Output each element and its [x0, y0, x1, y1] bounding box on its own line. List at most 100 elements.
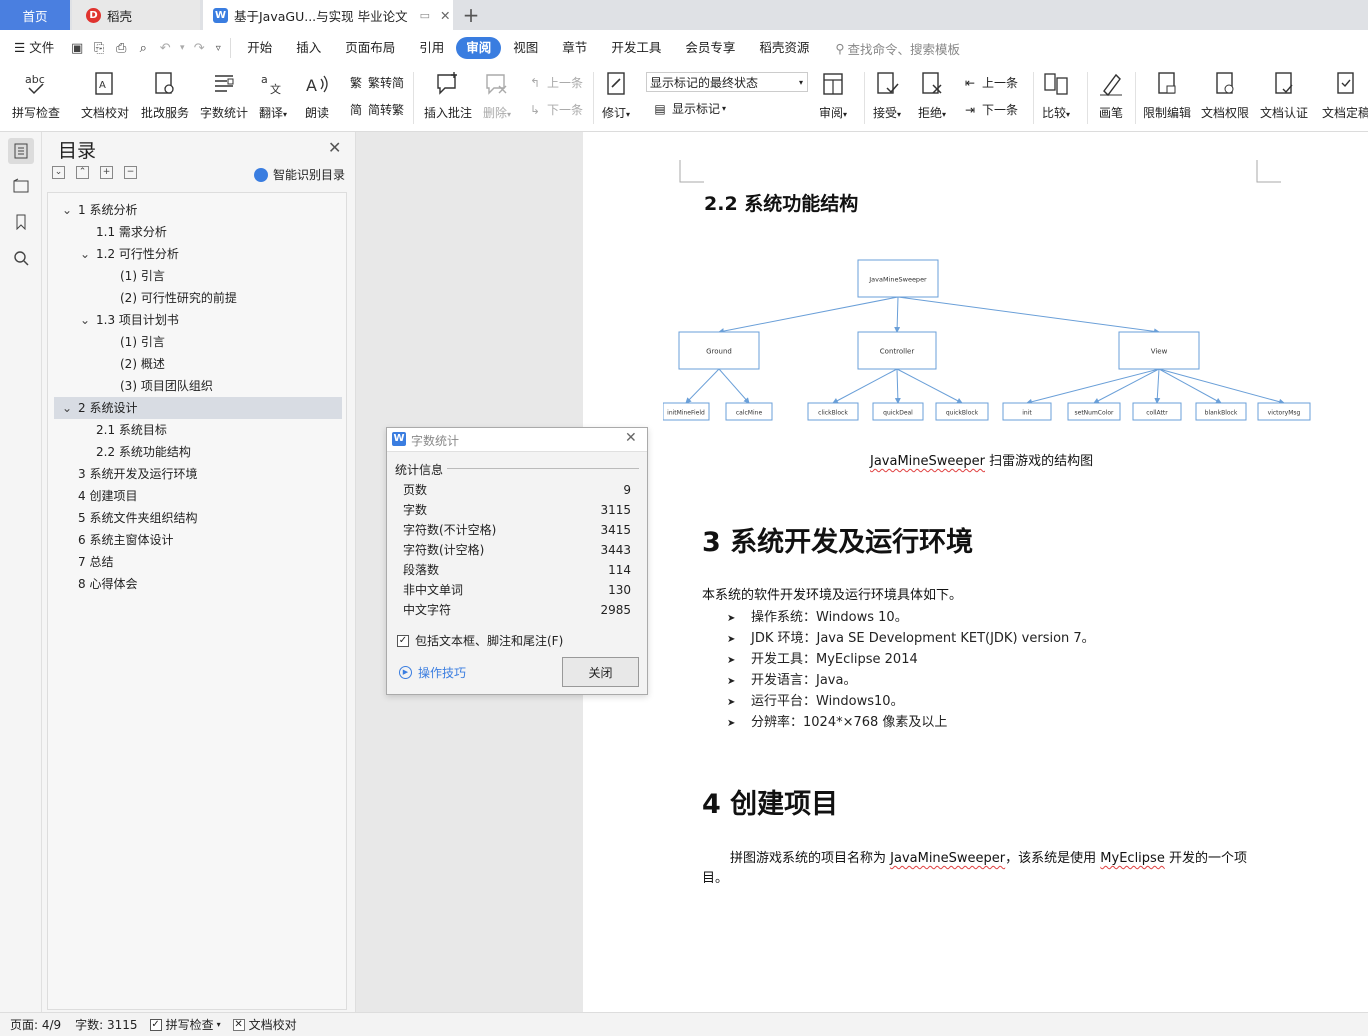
toc-item[interactable]: (2) 可行性研究的前提	[54, 287, 342, 309]
document-page[interactable]: 2.2 系统功能结构 JavaMineSweeper Ground Controll…	[583, 132, 1368, 1012]
ribbon-tab[interactable]: 插入	[284, 37, 333, 59]
ribbon-tab[interactable]: 审阅	[456, 37, 502, 59]
status-proofread[interactable]: ✕ 文档校对	[227, 1016, 303, 1033]
expand-up-icon[interactable]: ⌃	[76, 166, 89, 179]
review-pane-button[interactable]: 审阅▾	[819, 70, 847, 121]
doc-finalize-button[interactable]: 文档定稿	[1322, 70, 1368, 121]
include-textbox-checkbox[interactable]: ✓ 包括文本框、脚注和尾注(F)	[397, 632, 563, 649]
print-preview-icon[interactable]: ⌕	[132, 41, 154, 56]
doc-certify-button[interactable]: 文档认证	[1260, 70, 1308, 121]
toc-item[interactable]: 7 总结	[54, 551, 342, 573]
word-count-indicator[interactable]: 字数: 3115	[67, 1016, 143, 1033]
redo-icon[interactable]: ↷	[188, 41, 210, 56]
bookmark-button[interactable]	[8, 209, 34, 235]
toc-item[interactable]: (1) 引言	[54, 331, 342, 353]
collapse-all-icon[interactable]: ⌄	[52, 166, 65, 179]
read-aloud-button[interactable]: A 朗读	[304, 70, 330, 121]
chevron-down-icon[interactable]: ⌄	[80, 309, 90, 331]
pen-button[interactable]: 画笔	[1098, 70, 1124, 121]
ribbon-tab[interactable]: 页面布局	[333, 37, 407, 59]
save-icon[interactable]: ▣	[66, 41, 88, 56]
ribbon-tab[interactable]: 引用	[407, 37, 456, 59]
chevron-down-icon[interactable]: ⌄	[80, 243, 90, 265]
toc-item[interactable]: 6 系统主窗体设计	[54, 529, 342, 551]
tab-close-icon[interactable]: ✕	[440, 8, 450, 23]
toc-view-button[interactable]	[8, 138, 34, 164]
smart-toc-button[interactable]: 智能识别目录	[254, 166, 345, 183]
customize-toolbar-icon[interactable]: ▿	[210, 43, 226, 54]
revise-service-button[interactable]: 批改服务	[141, 70, 189, 121]
toc-item[interactable]: ⌄ 1.3 项目计划书	[54, 309, 342, 331]
ribbon-tab[interactable]: 稻壳资源	[747, 37, 821, 59]
ribbon-divider	[413, 72, 414, 124]
toc-item[interactable]: ⌄ 2 系统设计	[54, 397, 342, 419]
print-icon[interactable]: ⎙	[110, 41, 132, 56]
toc-item[interactable]: 3 系统开发及运行环境	[54, 463, 342, 485]
chevron-down-icon[interactable]: ⌄	[62, 199, 72, 221]
ribbon-tab[interactable]: 会员专享	[673, 37, 747, 59]
prev-change-button[interactable]: ⇤ 上一条	[962, 74, 1018, 91]
track-changes-button[interactable]: 修订▾	[602, 70, 630, 121]
close-icon[interactable]: ✕	[625, 430, 637, 446]
restrict-editing-button[interactable]: 限制编辑	[1143, 70, 1191, 121]
word-count-button[interactable]: 字数统计	[200, 70, 248, 121]
ribbon-tab[interactable]: 开始	[235, 37, 284, 59]
toc-item[interactable]: (1) 引言	[54, 265, 342, 287]
simp-to-trad-button[interactable]: 简简转繁	[348, 101, 404, 118]
accept-button[interactable]: 接受▾	[873, 70, 901, 121]
ribbon-tab[interactable]: 视图	[501, 37, 550, 59]
chevron-down-icon[interactable]: ⌄	[62, 397, 72, 419]
ribbon-tab[interactable]: 开发工具	[599, 37, 673, 59]
toc-item[interactable]: 2.2 系统功能结构	[54, 441, 342, 463]
prev-comment-button[interactable]: ↰ 上一条	[527, 74, 583, 91]
checkbox-checked-icon: ✓	[149, 1018, 162, 1031]
toc-item[interactable]: 2.1 系统目标	[54, 419, 342, 441]
show-markup-button[interactable]: ▤ 显示标记 ▾	[652, 100, 726, 117]
tab-home[interactable]: 首页	[0, 0, 70, 30]
add-heading-icon[interactable]: +	[100, 166, 113, 179]
export-icon[interactable]: ⎘	[88, 41, 110, 56]
stat-row: 中文字符 2985	[403, 600, 631, 620]
compare-button[interactable]: 比较▾	[1042, 70, 1070, 121]
window-toggle-icon[interactable]: ▭	[420, 9, 430, 22]
translate-button[interactable]: a文 翻译▾	[259, 70, 287, 121]
markup-state-select[interactable]: 显示标记的最终状态 ▾	[646, 72, 808, 92]
toc-item[interactable]: ⌄ 1 系统分析	[54, 199, 342, 221]
next-change-button[interactable]: ⇥ 下一条	[962, 101, 1018, 118]
command-search[interactable]: ⚲ 查找命令、搜索模板	[835, 39, 960, 58]
new-tab-button[interactable]: +	[458, 0, 484, 30]
close-button[interactable]: 关闭	[562, 657, 639, 687]
insert-comment-button[interactable]: 插入批注	[424, 70, 472, 121]
doc-permission-button[interactable]: 文档权限	[1201, 70, 1249, 121]
status-spellcheck[interactable]: ✓ 拼写检查 ▾	[144, 1016, 227, 1033]
tips-link[interactable]: ▶ 操作技巧	[399, 664, 466, 681]
page-indicator[interactable]: 页面: 4/9	[0, 1016, 67, 1033]
file-menu[interactable]: ☰ 文件	[0, 37, 66, 59]
diagram-edge	[897, 296, 1160, 335]
remove-heading-icon[interactable]: −	[124, 166, 137, 179]
toc-item[interactable]: (2) 概述	[54, 353, 342, 375]
proofread-button[interactable]: A 文档校对	[81, 70, 129, 121]
find-button[interactable]	[8, 245, 34, 271]
toc-item[interactable]: 1.1 需求分析	[54, 221, 342, 243]
tab-daoke[interactable]: D 稻壳	[72, 0, 200, 30]
dialog-titlebar[interactable]: W 字数统计 ✕	[387, 428, 647, 452]
delete-comment-button[interactable]: 删除▾	[483, 70, 511, 121]
spellcheck-button[interactable]: abc 拼写检查	[12, 70, 60, 121]
ribbon-tab[interactable]: 章节	[550, 37, 599, 59]
toc-item[interactable]: 4 创建项目	[54, 485, 342, 507]
chapter-nav-button[interactable]	[8, 173, 34, 199]
reject-button[interactable]: 拒绝▾	[918, 70, 946, 121]
trad-to-simp-button[interactable]: 繁繁转简	[348, 74, 404, 91]
tab-document[interactable]: W 基于JavaGU...与实现 毕业论文 ▭ ✕	[203, 0, 453, 30]
undo-icon[interactable]: ↶	[154, 41, 176, 56]
stat-value: 2985	[600, 603, 631, 617]
toc-item[interactable]: (3) 项目团队组织	[54, 375, 342, 397]
next-change-label: 下一条	[982, 103, 1019, 117]
toc-item[interactable]: 8 心得体会	[54, 573, 342, 595]
toc-close-icon[interactable]: ✕	[328, 138, 341, 157]
next-comment-button[interactable]: ↳ 下一条	[527, 101, 583, 118]
undo-dropdown-icon[interactable]: ▾	[176, 43, 188, 53]
toc-item[interactable]: ⌄ 1.2 可行性分析	[54, 243, 342, 265]
toc-item[interactable]: 5 系统文件夹组织结构	[54, 507, 342, 529]
